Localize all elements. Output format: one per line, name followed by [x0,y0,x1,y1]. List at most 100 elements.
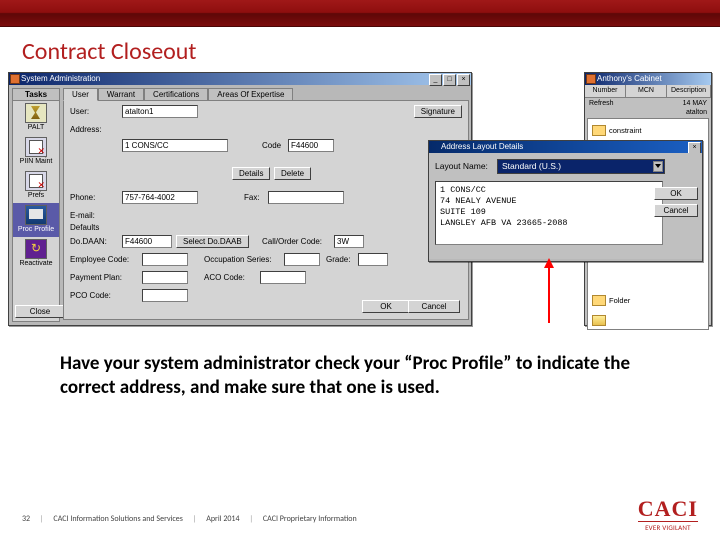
code-label: Code [262,141,281,150]
hourglass-icon [25,103,47,123]
screenshot-area: System Administration _ □ × Tasks PALT P… [8,72,712,328]
sidebar-item-label: Proc Profile [18,226,54,233]
sidebar-item-prefs[interactable]: Prefs [13,169,59,203]
email-label: E-mail: [70,211,95,220]
reactivate-icon [25,239,47,259]
grade-label: Grade: [326,255,350,264]
prefs-icon [25,171,47,191]
empcode-label: Employee Code: [70,255,129,264]
signature-button[interactable]: Signature [414,105,462,118]
user-label: User: [70,107,89,116]
slide-accent-band [0,0,720,27]
sidebar-item-reactivate[interactable]: Reactivate [13,237,59,271]
footer-info: 32 | CACI Information Solutions and Serv… [22,514,357,524]
layout-name-value: Standard (U.S.) [502,161,561,171]
folder-constraint[interactable]: constraint [592,125,642,136]
slide-footer: 32 | CACI Information Solutions and Serv… [0,500,720,540]
titlebar-text: Anthony's Cabinet [597,74,662,83]
empcode-field[interactable] [142,253,188,266]
footer-date: April 2014 [206,514,239,524]
cancel-button[interactable]: Cancel [408,300,460,313]
tab-number[interactable]: Number [585,85,626,97]
fax-label: Fax: [244,193,260,202]
app-icon [10,74,20,84]
cabinet-tabs: Number MCN Description [585,85,711,98]
window-system-administration: System Administration _ □ × Tasks PALT P… [8,72,472,326]
sidebar-item-label: Reactivate [19,260,52,267]
acocode-field[interactable] [260,271,306,284]
tab-description[interactable]: Description [667,85,711,97]
logo-tagline: EVER VIGILANT [638,523,698,532]
titlebar-cabinet[interactable]: Anthony's Cabinet [585,73,711,85]
dodaan-label: Do.DAAN: [70,237,107,246]
titlebar-sysadmin[interactable]: System Administration _ □ × [9,73,471,85]
delete-button[interactable]: Delete [274,167,311,180]
tab-user[interactable]: User [63,88,98,101]
grade-field[interactable] [358,253,388,266]
details-button[interactable]: Details [232,167,270,180]
phone-field[interactable]: 757-764-4002 [122,191,198,204]
cancel-button[interactable]: Cancel [654,204,698,217]
ok-button[interactable]: OK [654,187,698,200]
acocode-label: ACO Code: [204,273,245,282]
footer-marking: CACI Proprietary Information [263,514,357,524]
slide-title: Contract Closeout [0,27,720,72]
sidebar-item-label: PALT [28,124,44,131]
payplan-field[interactable] [142,271,188,284]
refresh-button[interactable]: Refresh [589,100,614,107]
callorder-label: Call/Order Code: [262,237,322,246]
user-form: User: atalton1 Signature Address: 1 CONS… [63,100,469,320]
sidebar-item-label: Prefs [28,192,44,199]
address-field[interactable]: 1 CONS/CC [122,139,228,152]
occseries-label: Occupation Series: [204,255,272,264]
instruction-text: Have your system administrator check you… [0,328,720,400]
layout-name-label: Layout Name: [435,161,488,171]
folder-icon [592,295,606,306]
cabinet-user: atalton [585,109,711,116]
folder-open-icon [592,315,606,326]
ok-button[interactable]: OK [362,300,410,313]
pcocode-label: PCO Code: [70,291,111,300]
sidebar-header: Tasks [13,89,59,101]
address-label: Address: [70,125,102,134]
logo-text: CACI [638,498,698,520]
key-icon [25,137,47,157]
callorder-field[interactable]: 3W [334,235,364,248]
titlebar-popup[interactable]: Address Layout Details × [429,141,702,153]
window-address-layout-details: Address Layout Details × Layout Name: St… [428,140,703,262]
fax-field[interactable] [268,191,344,204]
app-icon [586,74,596,84]
titlebar-text: Address Layout Details [441,142,523,151]
folder-generic[interactable]: Folder [592,295,630,306]
sidebar-item-piin[interactable]: PIIN Maint [13,135,59,169]
folder-icon [592,125,606,136]
task-sidebar: Tasks PALT PIIN Maint Prefs Proc Profile… [12,88,60,322]
occseries-field[interactable] [284,253,320,266]
cabinet-toolbar: Refresh 14 MAY [585,98,711,109]
proc-profile-icon [25,205,47,225]
sidebar-item-proc-profile[interactable]: Proc Profile [13,203,59,237]
defaults-label: Defaults [70,223,99,232]
footer-org: CACI Information Solutions and Services [53,514,182,524]
pcocode-field[interactable] [142,289,188,302]
tab-mcn[interactable]: MCN [626,85,667,97]
sidebar-item-palt[interactable]: PALT [13,101,59,135]
address-preview: 1 CONS/CC 74 NEALY AVENUE SUITE 109 LANG… [435,181,663,245]
sidebar-item-label: PIIN Maint [20,158,53,165]
layout-name-select[interactable]: Standard (U.S.) [497,159,665,174]
folder-open[interactable] [592,315,606,326]
user-field[interactable]: atalton1 [122,105,198,118]
code-field[interactable]: F44600 [288,139,334,152]
folder-label: constraint [609,126,642,135]
phone-label: Phone: [70,193,95,202]
payplan-label: Payment Plan: [70,273,122,282]
cabinet-date: 14 MAY [683,100,707,107]
dodaan-field[interactable]: F44600 [122,235,172,248]
caci-logo: CACI EVER VIGILANT [638,498,698,532]
callout-arrow [548,267,550,323]
page-number: 32 [22,514,30,524]
close-task-button[interactable]: Close [15,305,65,318]
select-dodaab-button[interactable]: Select Do.DAAB [176,235,249,248]
folder-label: Folder [609,296,630,305]
titlebar-text: System Administration [21,74,100,83]
